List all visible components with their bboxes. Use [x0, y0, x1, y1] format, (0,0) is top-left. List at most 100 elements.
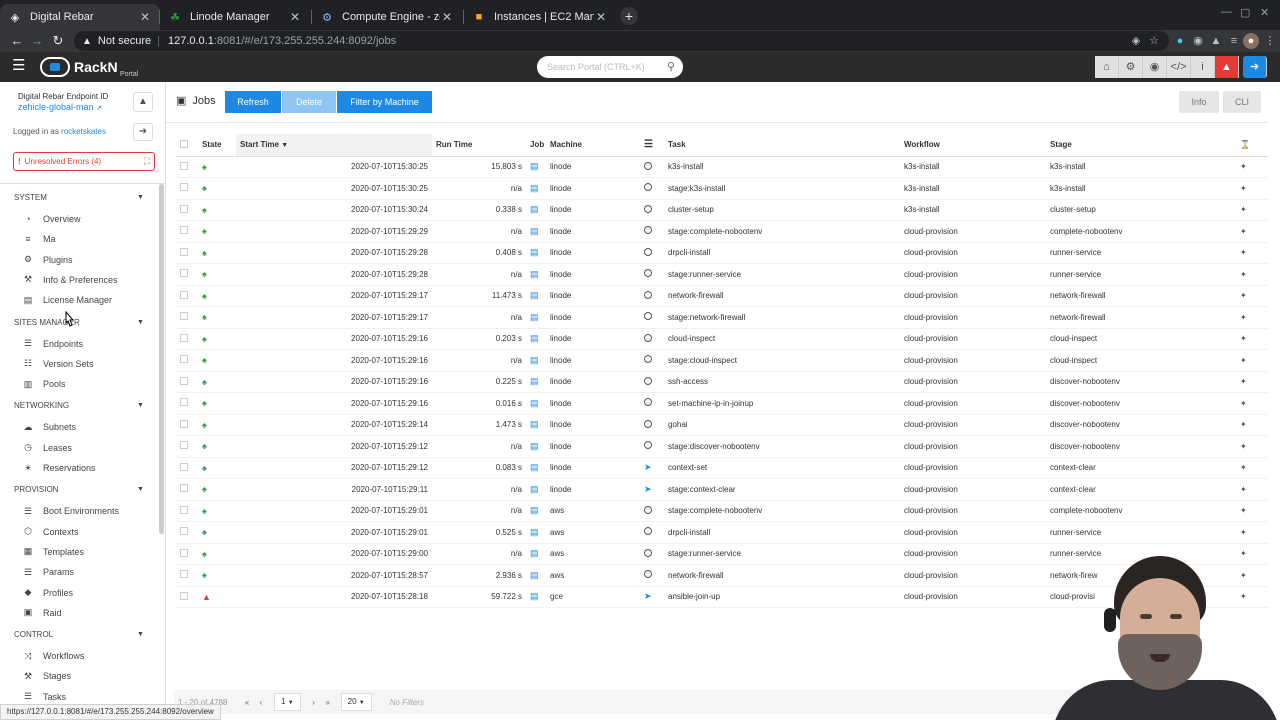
- row-checkbox[interactable]: [180, 161, 188, 170]
- pin-cell[interactable]: ✦: [1236, 349, 1268, 372]
- sidebar-item-pools[interactable]: ▥ Pools: [22, 376, 66, 392]
- machine-link[interactable]: linode: [546, 242, 640, 264]
- reload-icon[interactable]: ↻: [49, 32, 67, 50]
- minimize-icon[interactable]: —: [1221, 6, 1232, 18]
- sidebar-item-templates[interactable]: ▦ Templates: [22, 544, 84, 560]
- task-link[interactable]: gohai: [664, 414, 900, 436]
- workflow-link[interactable]: cloud-provision: [900, 392, 1046, 415]
- table-row[interactable]: ♠ 2020-07-10T15:29:01 0.525 s ▤ aws drpcli-in…: [176, 521, 1268, 544]
- workflow-link[interactable]: cloud-provision: [900, 500, 1046, 522]
- home-icon[interactable]: ⌂: [1095, 56, 1119, 78]
- playlist-icon[interactable]: ≡: [1226, 33, 1242, 49]
- task-link[interactable]: context-set: [664, 457, 900, 479]
- sidebar-item-wrench[interactable]: ⚒ Info & Preferences: [22, 272, 118, 288]
- flask-icon[interactable]: ▲: [1215, 56, 1239, 78]
- extension-icon[interactable]: ◉: [1190, 33, 1206, 49]
- sign-in-icon[interactable]: ➜: [1243, 56, 1267, 78]
- table-row[interactable]: ♠ 2020-07-10T15:30:24 0.338 s ▤ linode cluste…: [176, 199, 1268, 221]
- machine-link[interactable]: linode: [546, 156, 640, 178]
- job-cell[interactable]: ▤: [526, 306, 546, 329]
- row-checkbox[interactable]: [180, 290, 188, 299]
- task-link[interactable]: network-firewall: [664, 564, 900, 587]
- job-cell[interactable]: ▤: [526, 349, 546, 372]
- sidebar-item-machines[interactable]: ≡ Ma: [22, 231, 55, 247]
- url-field[interactable]: ▲ Not secure | 127.0.0.1:8081/#/e/173.25…: [74, 31, 1169, 51]
- row-checkbox[interactable]: [180, 312, 188, 321]
- job-cell[interactable]: ▤: [526, 543, 546, 565]
- task-link[interactable]: stage:complete-nobootenv: [664, 220, 900, 243]
- row-checkbox[interactable]: [180, 570, 188, 579]
- row-select-cell[interactable]: [176, 586, 198, 608]
- workflow-link[interactable]: cloud-provision: [900, 349, 1046, 372]
- table-row[interactable]: ♠ 2020-07-10T15:29:11 n/a ▤ linode ➤ stage:con…: [176, 478, 1268, 501]
- task-link[interactable]: drpcli-install: [664, 242, 900, 264]
- pin-cell[interactable]: ✦: [1236, 457, 1268, 479]
- row-checkbox[interactable]: [180, 484, 188, 493]
- machine-link[interactable]: linode: [546, 263, 640, 286]
- col-job[interactable]: Job: [526, 134, 546, 157]
- task-link[interactable]: stage:complete-nobootenv: [664, 500, 900, 522]
- select-all-cell[interactable]: [176, 134, 198, 157]
- sidebar-item-boot-env[interactable]: ☰ Boot Environments: [22, 503, 119, 519]
- machine-link[interactable]: aws: [546, 500, 640, 522]
- page-select[interactable]: 1 ▼: [274, 693, 301, 711]
- sidebar-item-tasks[interactable]: ☰ Tasks: [22, 689, 66, 705]
- row-select-cell[interactable]: [176, 435, 198, 458]
- job-cell[interactable]: ▤: [526, 328, 546, 350]
- row-checkbox[interactable]: [180, 226, 188, 235]
- workflow-link[interactable]: cloud-provision: [900, 414, 1046, 436]
- machine-link[interactable]: linode: [546, 457, 640, 479]
- row-checkbox[interactable]: [180, 548, 188, 557]
- table-row[interactable]: ♠ 2020-07-10T15:29:17 n/a ▤ linode stage:netw…: [176, 306, 1268, 329]
- sidebar-item-subnets[interactable]: ☁ Subnets: [22, 419, 77, 435]
- pin-cell[interactable]: ✦: [1236, 435, 1268, 458]
- extension-icon[interactable]: ●: [1172, 33, 1188, 49]
- refresh-button[interactable]: Refresh: [225, 91, 281, 113]
- task-link[interactable]: stage:context-clear: [664, 478, 900, 501]
- stage-link[interactable]: runner-service: [1046, 242, 1236, 264]
- code-icon[interactable]: </>: [1167, 56, 1191, 78]
- stage-link[interactable]: k3s-install: [1046, 156, 1236, 178]
- stage-link[interactable]: discover-nobootenv: [1046, 435, 1236, 458]
- workflow-link[interactable]: k3s-install: [900, 156, 1046, 178]
- stage-link[interactable]: context-clear: [1046, 457, 1236, 479]
- job-cell[interactable]: ▤: [526, 199, 546, 221]
- close-tab-icon[interactable]: ✕: [594, 10, 608, 24]
- row-select-cell[interactable]: [176, 285, 198, 307]
- pin-cell[interactable]: ✦: [1236, 199, 1268, 221]
- workflow-link[interactable]: cloud-provision: [900, 457, 1046, 479]
- blocked-icon[interactable]: ◈: [1128, 33, 1144, 49]
- machine-link[interactable]: gce: [546, 586, 640, 608]
- stage-link[interactable]: discover-nobootenv: [1046, 414, 1236, 436]
- row-checkbox[interactable]: [180, 204, 188, 213]
- workflow-link[interactable]: cloud-provision: [900, 242, 1046, 264]
- table-row[interactable]: ♠ 2020-07-10T15:29:29 n/a ▤ linode stage:comp…: [176, 220, 1268, 243]
- table-row[interactable]: ♠ 2020-07-10T15:29:14 1.473 s ▤ linode gohai c…: [176, 414, 1268, 436]
- workflow-link[interactable]: k3s-install: [900, 199, 1046, 221]
- caret-down-icon[interactable]: ▼: [137, 194, 144, 201]
- sidebar-item-version-sets[interactable]: ☷ Version Sets: [22, 356, 94, 372]
- row-select-cell[interactable]: [176, 371, 198, 393]
- stage-link[interactable]: runner-service: [1046, 263, 1236, 286]
- row-select-cell[interactable]: [176, 306, 198, 329]
- row-select-cell[interactable]: [176, 564, 198, 587]
- row-select-cell[interactable]: [176, 156, 198, 178]
- machine-link[interactable]: aws: [546, 564, 640, 587]
- pin-cell[interactable]: ✦: [1236, 414, 1268, 436]
- stage-link[interactable]: runner-service: [1046, 521, 1236, 544]
- table-row[interactable]: ♠ 2020-07-10T15:30:25 n/a ▤ linode stage:k3s-…: [176, 177, 1268, 200]
- workflow-link[interactable]: cloud-provision: [900, 328, 1046, 350]
- row-checkbox[interactable]: [180, 527, 188, 536]
- machine-link[interactable]: linode: [546, 371, 640, 393]
- info-button[interactable]: Info: [1179, 91, 1219, 113]
- job-cell[interactable]: ▤: [526, 177, 546, 200]
- next-page-icon[interactable]: ›: [307, 698, 321, 707]
- logout-button[interactable]: ➜: [133, 123, 153, 141]
- pin-cell[interactable]: ✦: [1236, 242, 1268, 264]
- row-checkbox[interactable]: [180, 333, 188, 342]
- row-select-cell[interactable]: [176, 521, 198, 544]
- sidebar-section-networking[interactable]: NETWORKING: [14, 401, 69, 410]
- sidebar-item-stages[interactable]: ⚒ Stages: [22, 668, 71, 684]
- sidebar-item-workflows[interactable]: ⤨ Workflows: [22, 648, 84, 664]
- last-page-icon[interactable]: »: [321, 698, 335, 707]
